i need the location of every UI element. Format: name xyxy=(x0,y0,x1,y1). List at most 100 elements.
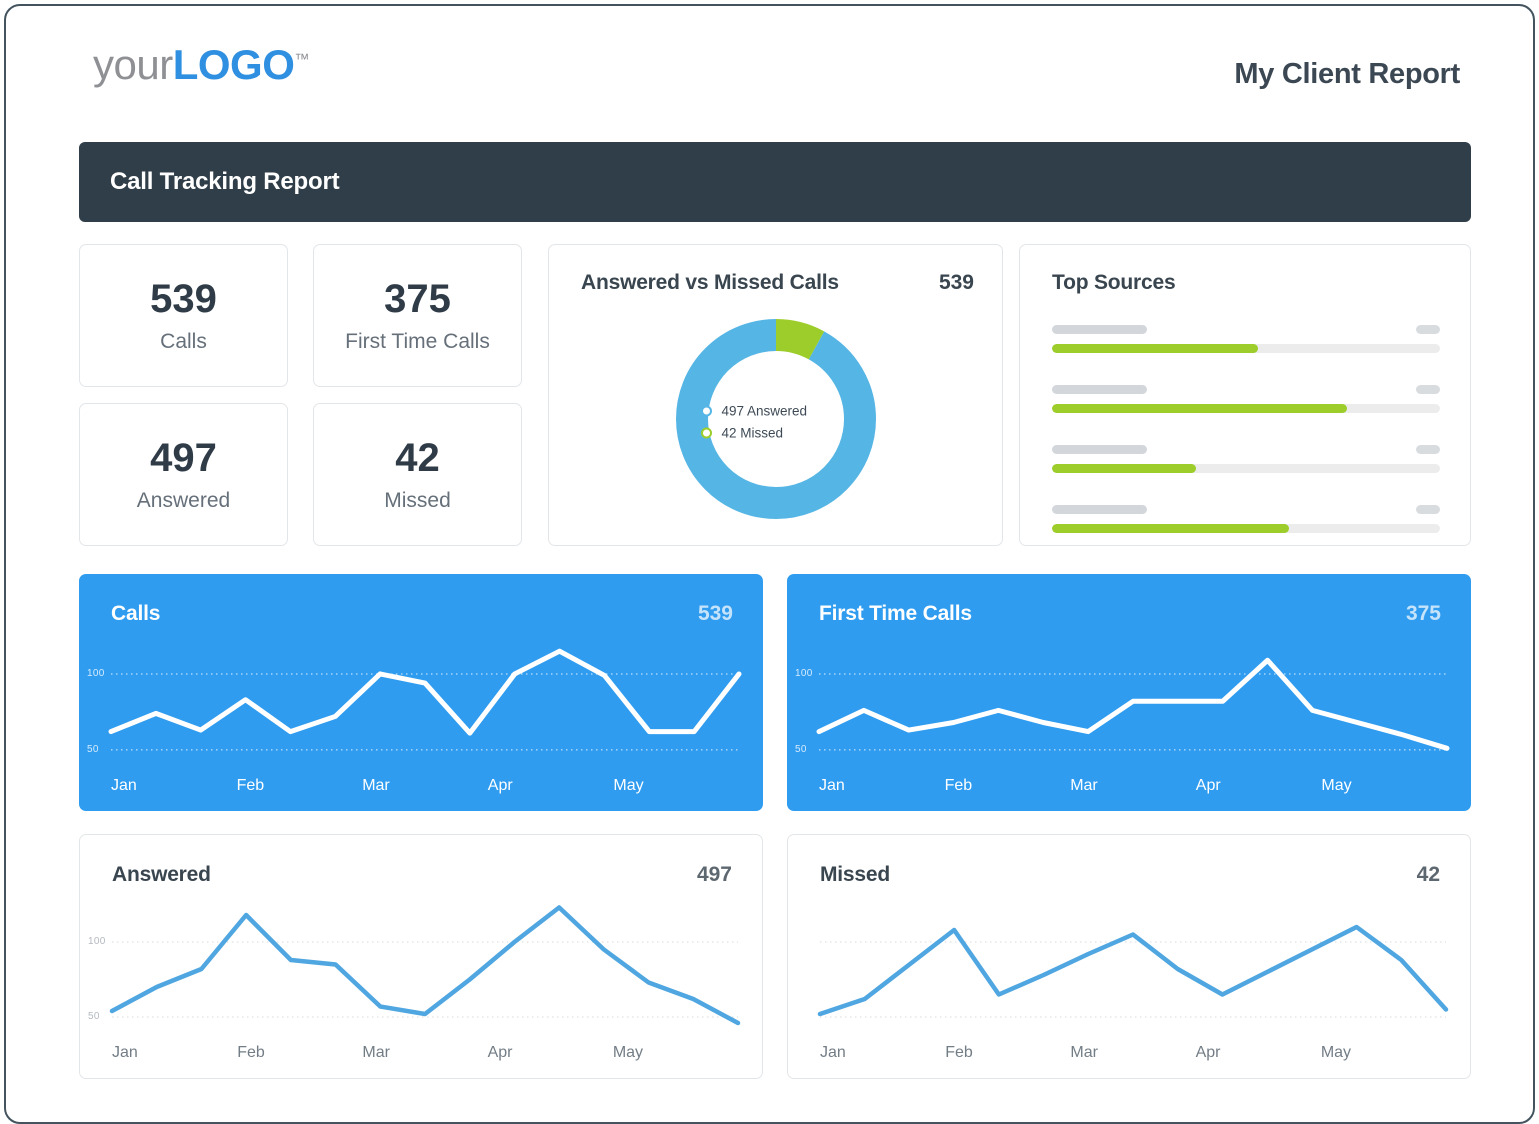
kpi-label: Answered xyxy=(136,488,231,512)
legend-ring-icon-missed xyxy=(700,427,712,438)
x-tick-label: Mar xyxy=(362,777,390,794)
trend-card-missed: Missed 42 Jan Feb Mar Apr May xyxy=(787,834,1471,1079)
y-tick-label: 100 xyxy=(87,667,105,679)
trend-plot: 50 100 xyxy=(787,636,1471,765)
legend-item-answered: 497 Answered xyxy=(700,403,851,418)
donut-chart: 497 Answered 42 Missed xyxy=(674,317,878,526)
panel-title: Answered vs Missed Calls xyxy=(581,271,839,294)
source-meta xyxy=(1052,505,1440,514)
source-progress-fill xyxy=(1052,524,1289,533)
source-meta xyxy=(1052,445,1440,454)
x-tick-label: Apr xyxy=(487,777,513,794)
logo-text-your: your xyxy=(93,41,173,88)
x-tick-label: Jan xyxy=(112,1044,138,1061)
kpi-value: 539 xyxy=(150,276,217,321)
trend-total-value: 539 xyxy=(697,602,733,625)
trend-plot xyxy=(788,897,1470,1032)
x-tick-label: Feb xyxy=(945,1044,973,1061)
x-tick-label: Mar xyxy=(1070,1044,1098,1061)
y-tick-label: 50 xyxy=(87,743,99,755)
source-name-placeholder xyxy=(1052,325,1147,334)
answered-vs-missed-panel: Answered vs Missed Calls 539 497 Answere… xyxy=(548,244,1003,546)
x-axis: Jan Feb Mar Apr May xyxy=(111,777,739,795)
trend-card-first-time-calls: First Time Calls 375 50 100 Jan Feb Mar A… xyxy=(787,574,1471,811)
x-tick-label: Jan xyxy=(111,777,137,794)
kpi-card-missed: 42 Missed xyxy=(313,403,522,546)
kpi-label: First Time Calls xyxy=(345,329,490,353)
trend-total-value: 42 xyxy=(1416,863,1440,886)
x-tick-label: Jan xyxy=(819,777,845,794)
legend-ring-icon-answered xyxy=(700,405,712,416)
x-tick-label: May xyxy=(1321,777,1352,794)
page-title: My Client Report xyxy=(1234,58,1460,90)
x-axis: Jan Feb Mar Apr May xyxy=(112,1044,738,1062)
source-meta xyxy=(1052,325,1440,334)
list-item[interactable] xyxy=(1052,445,1440,473)
source-meta xyxy=(1052,385,1440,394)
banner-title: Call Tracking Report xyxy=(110,168,340,195)
source-progress-track xyxy=(1052,464,1440,473)
legend-label: 497 Answered xyxy=(721,403,808,418)
x-tick-label: Mar xyxy=(1070,777,1098,794)
trend-header: Calls 539 xyxy=(111,602,733,626)
list-item[interactable] xyxy=(1052,325,1440,353)
panel-total-value: 539 xyxy=(938,271,974,294)
x-tick-label: May xyxy=(613,777,644,794)
kpi-value: 375 xyxy=(384,276,451,321)
trend-title: Missed xyxy=(820,863,890,886)
trend-title: Answered xyxy=(112,863,211,886)
y-tick-label: 50 xyxy=(88,1011,100,1022)
trend-header: Missed 42 xyxy=(820,863,1440,887)
source-value-placeholder xyxy=(1416,445,1440,454)
trend-header: Answered 497 xyxy=(112,863,732,887)
source-name-placeholder xyxy=(1052,385,1147,394)
top-sources-panel: Top Sources xyxy=(1019,244,1471,546)
x-tick-label: Feb xyxy=(237,1044,265,1061)
source-progress-track xyxy=(1052,524,1440,533)
source-progress-fill xyxy=(1052,404,1347,413)
source-value-placeholder xyxy=(1416,505,1440,514)
x-tick-label: Feb xyxy=(944,777,973,794)
y-tick-label: 100 xyxy=(88,936,106,947)
source-progress-fill xyxy=(1052,344,1258,353)
x-tick-label: Jan xyxy=(820,1044,846,1061)
x-tick-label: Apr xyxy=(1195,777,1221,794)
trend-title: First Time Calls xyxy=(819,602,972,625)
source-progress-track xyxy=(1052,404,1440,413)
trend-title: Calls xyxy=(111,602,161,625)
list-item[interactable] xyxy=(1052,385,1440,413)
list-item[interactable] xyxy=(1052,505,1440,533)
x-tick-label: Mar xyxy=(362,1044,390,1061)
trend-plot: 50 100 xyxy=(79,636,763,765)
source-progress-track xyxy=(1052,344,1440,353)
y-tick-label: 100 xyxy=(795,667,813,679)
donut-legend: 497 Answered 42 Missed xyxy=(700,396,851,447)
source-progress-fill xyxy=(1052,464,1196,473)
trademark-icon: ™ xyxy=(294,51,309,68)
trend-plot: 50 100 xyxy=(80,897,762,1032)
kpi-card-first-time-calls: 375 First Time Calls xyxy=(313,244,522,387)
trend-card-calls: Calls 539 50 100 Jan Feb Mar Apr May xyxy=(79,574,763,811)
x-tick-label: May xyxy=(1320,1044,1352,1061)
panel-header: Answered vs Missed Calls 539 xyxy=(581,271,974,295)
x-axis: Jan Feb Mar Apr May xyxy=(820,1044,1446,1062)
trend-total-value: 497 xyxy=(696,863,732,886)
kpi-card-answered: 497 Answered xyxy=(79,403,288,546)
panel-title: Top Sources xyxy=(1052,271,1176,294)
kpi-label: Calls xyxy=(160,329,207,353)
source-name-placeholder xyxy=(1052,505,1147,514)
legend-item-missed: 42 Missed xyxy=(700,425,851,440)
kpi-value: 497 xyxy=(150,435,217,480)
x-tick-label: Apr xyxy=(487,1044,513,1061)
x-tick-label: Apr xyxy=(1195,1044,1221,1061)
panel-header: Top Sources xyxy=(1052,271,1442,295)
page-header: yourLOGO™ My Client Report xyxy=(6,6,1533,134)
x-tick-label: May xyxy=(612,1044,644,1061)
source-value-placeholder xyxy=(1416,385,1440,394)
trend-total-value: 375 xyxy=(1405,602,1441,625)
report-page: yourLOGO™ My Client Report Call Tracking… xyxy=(4,4,1535,1124)
x-axis: Jan Feb Mar Apr May xyxy=(819,777,1447,795)
kpi-label: Missed xyxy=(384,488,451,512)
kpi-value: 42 xyxy=(395,435,440,480)
y-tick-label: 50 xyxy=(795,743,807,755)
